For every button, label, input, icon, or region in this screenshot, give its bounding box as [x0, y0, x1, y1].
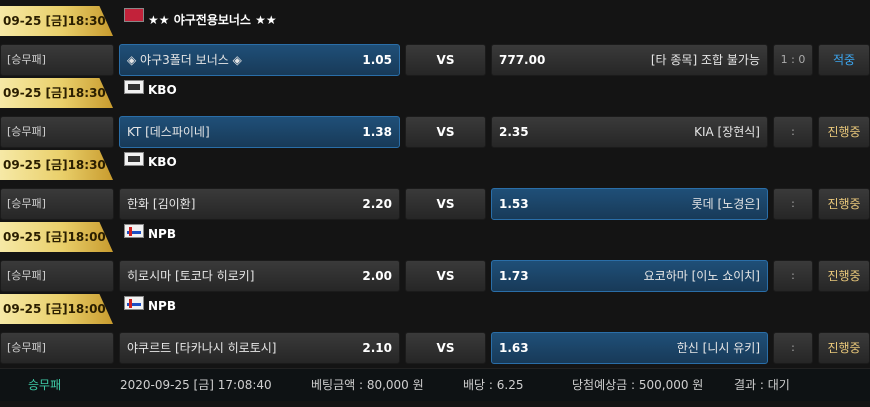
vs-label: VS [405, 188, 486, 220]
bet-row: [승무패] 야쿠르트 [타카나시 히로토시] 2.10 VS 1.63 한신 [니시 유키… [0, 332, 870, 364]
game-block: 09-25 [금]18:30 KBO [승무패] KT [데스파이네] 1.38 VS 2.… [0, 76, 870, 148]
game-status: 적중 [818, 44, 870, 76]
home-odds-button[interactable]: 히로시마 [토코다 히로키] 2.00 [119, 260, 400, 292]
league-name: KBO [148, 83, 177, 97]
home-team: ◈ 야구3폴더 보너스 ◈ [127, 53, 242, 67]
summary-bet-amount: 베팅금액 : 80,000 원 [311, 378, 424, 392]
vs-label: VS [405, 332, 486, 364]
summary-bet-type: 승무패 [28, 378, 62, 392]
game-header: 09-25 [금]18:30 KBO [0, 76, 870, 108]
home-odds-button[interactable]: 한화 [김이환] 2.20 [119, 188, 400, 220]
bet-row: [승무패] KT [데스파이네] 1.38 VS 2.35 KIA [장현식]: 진행중 [0, 116, 870, 148]
game-date: 09-25 [금]18:30 [0, 150, 113, 180]
game-status: 진행중 [818, 332, 870, 364]
away-odds-button[interactable]: 1.53 롯데 [노경은] [491, 188, 768, 220]
away-odds: 1.63 [499, 341, 529, 355]
game-date: 09-25 [금]18:30 [0, 6, 113, 36]
home-odds-button[interactable]: ◈ 야구3폴더 보너스 ◈ 1.05 [119, 44, 400, 76]
home-odds: 2.20 [362, 197, 392, 211]
game-header: 09-25 [금]18:30 KBO [0, 148, 870, 180]
league-name: KBO [148, 155, 177, 169]
home-team: 히로시마 [토코다 히로키] [127, 269, 255, 283]
game-header: 09-25 [금]18:00 NPB [0, 292, 870, 324]
game-block: 09-25 [금]18:30 KBO [승무패] 한화 [김이환] 2.20 VS 1.53… [0, 148, 870, 220]
home-odds-button[interactable]: KT [데스파이네] 1.38 [119, 116, 400, 148]
npb-flag-icon [124, 224, 144, 238]
summary-datetime: 2020-09-25 [금] 17:08:40 [120, 378, 272, 392]
away-team: KIA [장현식] [694, 125, 760, 139]
game-header: 09-25 [금]18:00 NPB [0, 220, 870, 252]
away-odds: 777.00 [499, 53, 546, 67]
home-team: 한화 [김이환] [127, 197, 196, 211]
bet-type: [승무패] [0, 44, 114, 76]
summary-expected-win: 당첨예상금 : 500,000 원 [572, 378, 704, 392]
bet-row: [승무패] 히로시마 [토코다 히로키] 2.00 VS 1.73 요코하마 [이노 쇼이… [0, 260, 870, 292]
bet-row: [승무패] 한화 [김이환] 2.20 VS 1.53 롯데 [노경은]: 진행중 [0, 188, 870, 220]
game-block: 09-25 [금]18:30 ★★ 야구전용보너스 ★★ [승무패] ◈ 야구3폴더 … [0, 4, 870, 76]
away-odds-button[interactable]: 2.35 KIA [장현식] [491, 116, 768, 148]
score: : [773, 188, 813, 220]
league-name: NPB [148, 227, 176, 241]
home-odds: 2.00 [362, 269, 392, 283]
away-odds-button[interactable]: 1.73 요코하마 [이노 쇼이치] [491, 260, 768, 292]
game-date: 09-25 [금]18:00 [0, 294, 113, 324]
score: 1 : 0 [773, 44, 813, 76]
away-odds: 1.73 [499, 269, 529, 283]
summary-result: 결과 : 대기 [734, 378, 790, 392]
away-odds-button[interactable]: 777.00 [타 종목] 조합 불가능 [491, 44, 768, 76]
game-status: 진행중 [818, 116, 870, 148]
kbo-flag-icon [124, 152, 144, 166]
bet-type: [승무패] [0, 260, 114, 292]
home-team: 야쿠르트 [타카나시 히로토시] [127, 341, 277, 355]
away-odds: 2.35 [499, 125, 529, 139]
bet-type: [승무패] [0, 332, 114, 364]
vs-label: VS [405, 260, 486, 292]
npb-flag-icon [124, 296, 144, 310]
vs-label: VS [405, 44, 486, 76]
score: : [773, 332, 813, 364]
away-team: 요코하마 [이노 쇼이치] [643, 269, 760, 283]
summary-odds: 배당 : 6.25 [463, 378, 524, 392]
score: : [773, 116, 813, 148]
home-odds: 1.38 [362, 125, 392, 139]
bonus-flag-icon [124, 8, 144, 22]
league-name: NPB [148, 299, 176, 313]
score: : [773, 260, 813, 292]
home-odds: 2.10 [362, 341, 392, 355]
game-block: 09-25 [금]18:00 NPB [승무패] 야쿠르트 [타카나시 히로토시] 2.… [0, 292, 870, 364]
away-team: [타 종목] 조합 불가능 [650, 53, 760, 67]
home-odds-button[interactable]: 야쿠르트 [타카나시 히로토시] 2.10 [119, 332, 400, 364]
game-status: 진행중 [818, 260, 870, 292]
away-odds: 1.53 [499, 197, 529, 211]
game-block: 09-25 [금]18:00 NPB [승무패] 히로시마 [토코다 히로키] 2.00… [0, 220, 870, 292]
bet-row: [승무패] ◈ 야구3폴더 보너스 ◈ 1.05 VS 777.00 [타 종목] 조합 … [0, 44, 870, 76]
home-team: KT [데스파이네] [127, 125, 210, 139]
bet-type: [승무패] [0, 116, 114, 148]
vs-label: VS [405, 116, 486, 148]
league-name: ★★ 야구전용보너스 ★★ [148, 13, 277, 27]
home-odds: 1.05 [362, 53, 392, 67]
kbo-flag-icon [124, 80, 144, 94]
game-header: 09-25 [금]18:30 ★★ 야구전용보너스 ★★ [0, 4, 870, 36]
game-date: 09-25 [금]18:00 [0, 222, 113, 252]
away-team: 롯데 [노경은] [691, 197, 760, 211]
away-team: 한신 [니시 유키] [676, 341, 760, 355]
away-odds-button[interactable]: 1.63 한신 [니시 유키] [491, 332, 768, 364]
game-status: 진행중 [818, 188, 870, 220]
bet-type: [승무패] [0, 188, 114, 220]
game-date: 09-25 [금]18:30 [0, 78, 113, 108]
bet-summary-bar: 승무패 2020-09-25 [금] 17:08:40 베팅금액 : 80,00… [0, 368, 870, 401]
